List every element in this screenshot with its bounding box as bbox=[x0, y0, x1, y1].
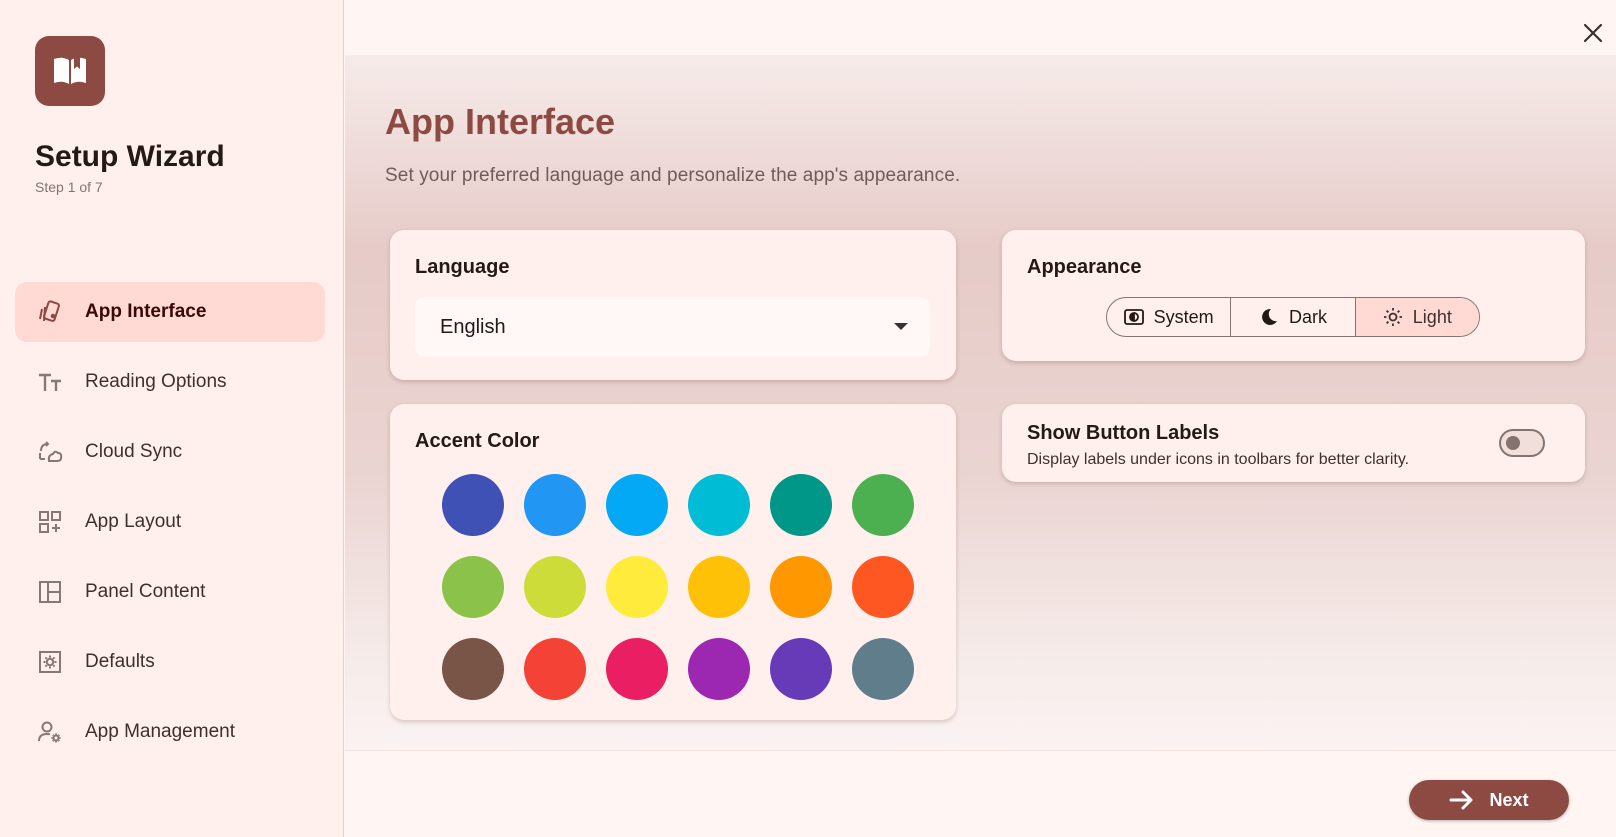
toggle-thumb bbox=[1506, 436, 1520, 450]
text-size-icon bbox=[35, 367, 65, 397]
wizard-step-indicator: Step 1 of 7 bbox=[35, 179, 103, 195]
appearance-title: Appearance bbox=[1027, 256, 1142, 278]
accent-swatch[interactable] bbox=[524, 556, 586, 618]
language-value: English bbox=[440, 315, 506, 338]
nav-item-panel-content[interactable]: Panel Content bbox=[15, 562, 325, 622]
nav-label: App Management bbox=[85, 721, 235, 742]
appearance-option-label: System bbox=[1153, 306, 1214, 327]
settings-box-icon bbox=[35, 647, 65, 677]
wizard-nav: App Interface Reading Options Cloud Sync bbox=[15, 282, 325, 772]
page-title: App Interface bbox=[385, 101, 616, 142]
language-card: Language English bbox=[390, 230, 956, 380]
nav-item-reading-options[interactable]: Reading Options bbox=[15, 352, 325, 412]
user-gear-icon bbox=[35, 717, 65, 747]
nav-item-app-layout[interactable]: App Layout bbox=[15, 492, 325, 552]
accent-swatch[interactable] bbox=[688, 556, 750, 618]
nav-label: Panel Content bbox=[85, 581, 206, 602]
accent-swatch[interactable] bbox=[770, 638, 832, 700]
button-labels-card: Show Button Labels Display labels under … bbox=[1002, 404, 1585, 482]
accent-swatch[interactable] bbox=[770, 556, 832, 618]
appearance-option-dark[interactable]: Dark bbox=[1231, 298, 1356, 336]
nav-label: Defaults bbox=[85, 651, 155, 672]
button-labels-title: Show Button Labels bbox=[1027, 422, 1220, 444]
close-icon bbox=[1583, 23, 1603, 43]
arrow-right-icon bbox=[1449, 790, 1473, 810]
language-select[interactable]: English bbox=[415, 297, 930, 357]
appearance-option-label: Light bbox=[1412, 306, 1452, 327]
nav-label: App Interface bbox=[85, 301, 207, 322]
appearance-option-light[interactable]: Light bbox=[1355, 298, 1479, 336]
dropdown-arrow-icon bbox=[894, 323, 908, 330]
next-button[interactable]: Next bbox=[1409, 780, 1569, 820]
nav-label: Reading Options bbox=[85, 371, 227, 392]
accent-swatch[interactable] bbox=[524, 638, 586, 700]
nav-label: Cloud Sync bbox=[85, 441, 183, 462]
nav-item-cloud-sync[interactable]: Cloud Sync bbox=[15, 422, 325, 482]
palette-card-icon bbox=[35, 297, 65, 327]
accent-swatch[interactable] bbox=[852, 474, 914, 536]
grid-add-icon bbox=[35, 507, 65, 537]
accent-swatch[interactable] bbox=[606, 556, 668, 618]
accent-swatch[interactable] bbox=[524, 474, 586, 536]
sidebar: Setup Wizard Step 1 of 7 App Interface R… bbox=[0, 0, 344, 837]
accent-swatch[interactable] bbox=[852, 556, 914, 618]
cloud-sync-icon bbox=[35, 437, 65, 467]
language-title: Language bbox=[415, 256, 510, 278]
button-labels-description: Display labels under icons in toolbars f… bbox=[1027, 451, 1410, 468]
nav-label: App Layout bbox=[85, 511, 182, 532]
system-mode-icon bbox=[1123, 307, 1144, 327]
accent-swatch[interactable] bbox=[688, 474, 750, 536]
main-content: App Interface Set your preferred languag… bbox=[345, 55, 1616, 750]
nav-item-app-interface[interactable]: App Interface bbox=[15, 282, 325, 342]
appearance-option-system[interactable]: System bbox=[1107, 298, 1232, 336]
appearance-card: Appearance System Dark Light bbox=[1002, 230, 1585, 361]
nav-item-defaults[interactable]: Defaults bbox=[15, 632, 325, 692]
wizard-title: Setup Wizard bbox=[35, 140, 225, 173]
page-subtitle: Set your preferred language and personal… bbox=[385, 165, 961, 186]
panel-layout-icon bbox=[35, 577, 65, 607]
accent-color-card: Accent Color bbox=[390, 404, 956, 720]
close-button[interactable] bbox=[1578, 18, 1608, 48]
accent-color-swatches bbox=[442, 474, 914, 700]
sun-icon bbox=[1383, 307, 1403, 327]
accent-swatch[interactable] bbox=[688, 638, 750, 700]
accent-swatch[interactable] bbox=[442, 638, 504, 700]
appearance-option-label: Dark bbox=[1288, 306, 1327, 327]
book-logo-icon bbox=[35, 36, 105, 106]
moon-icon bbox=[1259, 307, 1279, 327]
accent-swatch[interactable] bbox=[770, 474, 832, 536]
accent-swatch[interactable] bbox=[852, 638, 914, 700]
accent-color-title: Accent Color bbox=[415, 430, 540, 452]
nav-item-app-management[interactable]: App Management bbox=[15, 702, 325, 762]
button-labels-toggle[interactable] bbox=[1499, 429, 1545, 457]
accent-swatch[interactable] bbox=[442, 474, 504, 536]
wizard-footer: Next bbox=[345, 750, 1616, 837]
accent-swatch[interactable] bbox=[606, 638, 668, 700]
next-button-label: Next bbox=[1489, 789, 1529, 810]
appearance-segmented-control: System Dark Light bbox=[1106, 297, 1480, 337]
accent-swatch[interactable] bbox=[442, 556, 504, 618]
accent-swatch[interactable] bbox=[606, 474, 668, 536]
